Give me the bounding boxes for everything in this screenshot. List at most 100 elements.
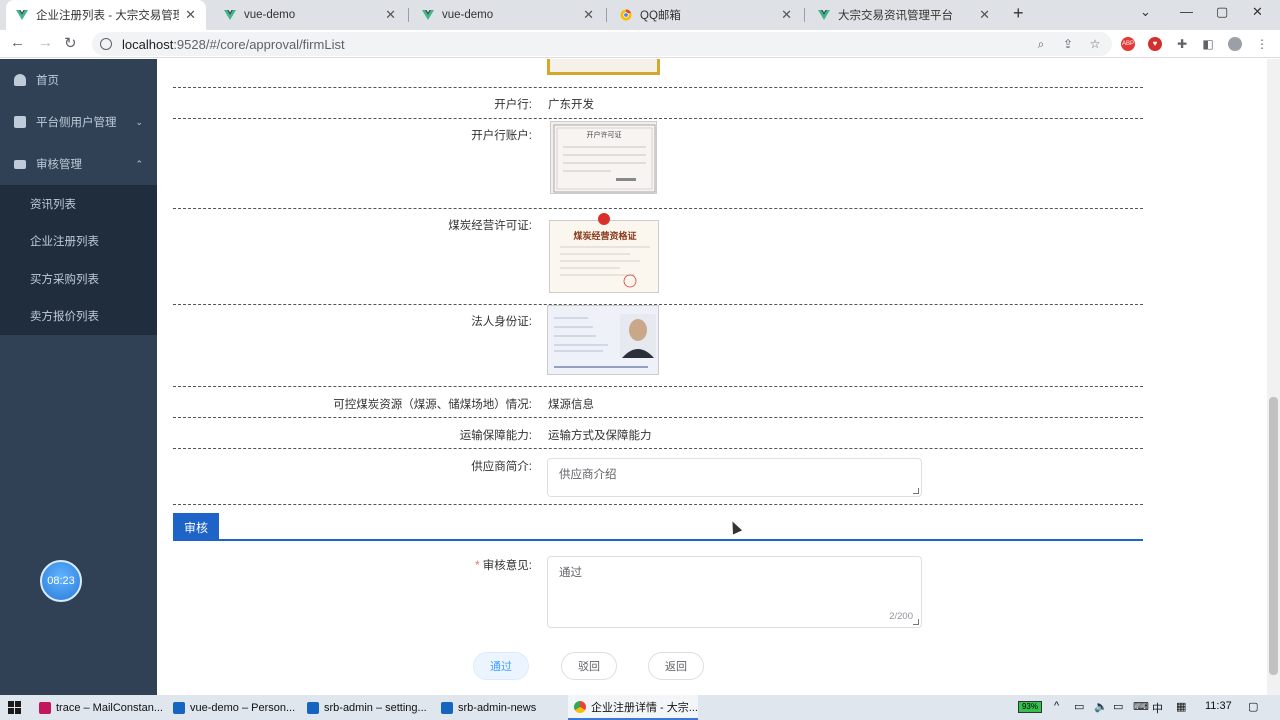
- window-close-button[interactable]: ✕: [1252, 4, 1263, 20]
- close-icon[interactable]: ✕: [385, 7, 396, 23]
- sidebar-item-firm-list[interactable]: 企业注册列表: [0, 222, 157, 259]
- site-info-icon[interactable]: [100, 38, 112, 50]
- close-icon[interactable]: ✕: [781, 7, 792, 23]
- account-license-image[interactable]: 开户许可证: [550, 121, 657, 194]
- maximize-button[interactable]: ▢: [1216, 4, 1228, 20]
- transport-label: 运输保障能力:: [459, 430, 532, 442]
- review-opinion-textarea[interactable]: 通过 2/200: [547, 556, 922, 628]
- browser-tab-active[interactable]: 企业注册列表 - 大宗交易管理平台 ✕: [6, 0, 206, 30]
- certificate-image-cropped[interactable]: [547, 59, 660, 75]
- back-icon[interactable]: ←: [10, 34, 25, 51]
- tab-title: 企业注册列表 - 大宗交易管理平台: [36, 10, 180, 22]
- sidebar-item-label: 平台侧用户管理: [36, 117, 117, 129]
- browser-toolbar: ← → ↻ localhost:9528/#/core/approval/fir…: [0, 30, 1280, 58]
- battery-indicator[interactable]: 93%: [1018, 701, 1042, 713]
- new-tab-button[interactable]: +: [1013, 3, 1024, 24]
- sidebar-item-home[interactable]: 首页: [0, 59, 157, 101]
- reject-button[interactable]: 驳回: [561, 652, 617, 680]
- divider: [173, 448, 1143, 449]
- close-icon[interactable]: ✕: [185, 7, 196, 23]
- browser-tab[interactable]: vue-demo ✕: [412, 0, 604, 30]
- scrollbar-thumb[interactable]: [1269, 397, 1278, 675]
- tab-separator: [606, 8, 607, 22]
- opinion-label-text: 审核意见:: [482, 560, 532, 572]
- close-icon[interactable]: ✕: [583, 7, 594, 23]
- floating-clock[interactable]: 08:23: [40, 560, 82, 602]
- taskbar-app-label: trace – MailConstan...: [56, 701, 163, 714]
- intellij-icon: [39, 701, 51, 714]
- webstorm-icon: [307, 701, 319, 714]
- minimize-button[interactable]: —: [1180, 4, 1193, 19]
- tab-search-icon[interactable]: ⌄: [1140, 4, 1151, 20]
- bookmark-star-icon[interactable]: ☆: [1088, 37, 1102, 51]
- forward-icon[interactable]: →: [38, 34, 53, 51]
- notification-icon[interactable]: ▢: [1248, 700, 1258, 713]
- divider: [173, 118, 1143, 119]
- supplier-label: 供应商简介:: [471, 461, 532, 473]
- adblock-icon[interactable]: ABP: [1121, 37, 1135, 51]
- profile-avatar[interactable]: [1228, 37, 1242, 51]
- sidebar-item-seller-list[interactable]: 卖方报价列表: [0, 297, 157, 334]
- resource-value: 煤源信息: [548, 399, 594, 411]
- network-icon[interactable]: ▭: [1074, 700, 1084, 713]
- tray-expand-icon[interactable]: ^: [1054, 700, 1059, 712]
- vue-icon: [224, 10, 236, 20]
- taskbar-app-trace[interactable]: trace – MailConstan...: [33, 695, 163, 720]
- keyboard-icon[interactable]: ⌨: [1133, 700, 1149, 713]
- resize-handle-icon[interactable]: [913, 619, 919, 625]
- sidebar-item-news-list[interactable]: 资讯列表: [0, 185, 157, 222]
- browser-tab[interactable]: 大宗交易资讯管理平台 ✕: [808, 0, 1000, 30]
- dashboard-icon: [14, 74, 26, 86]
- tab-title: vue-demo: [244, 9, 296, 21]
- vue-icon: [422, 10, 434, 20]
- id-card-image[interactable]: [547, 305, 659, 375]
- clock-time[interactable]: 11:37: [1205, 700, 1232, 712]
- coal-license-image[interactable]: 煤炭经营资格证: [549, 220, 659, 293]
- address-bar[interactable]: localhost:9528/#/core/approval/firmList: [92, 32, 1112, 56]
- vue-icon: [818, 10, 830, 20]
- divider: [173, 87, 1143, 88]
- taskbar-app-srb-admin-news[interactable]: srb-admin-news: [435, 695, 563, 720]
- resource-label: 可控煤炭资源（煤源、储煤场地）情况:: [333, 399, 532, 411]
- taskbar-app-label: srb-admin-news: [458, 701, 537, 714]
- tab-separator: [408, 8, 409, 22]
- back-button[interactable]: 返回: [648, 652, 704, 680]
- webstorm-icon: [173, 701, 185, 714]
- approve-button[interactable]: 通过: [473, 652, 529, 680]
- divider: [173, 208, 1143, 209]
- sidebar-item-buyer-list[interactable]: 买方采购列表: [0, 260, 157, 297]
- taskbar-app-chrome[interactable]: 企业注册详情 - 大宗...: [568, 695, 698, 720]
- browser-tab[interactable]: QQ邮箱 ✕: [610, 0, 802, 30]
- sidebar-item-platform-users[interactable]: 平台侧用户管理 ⌄: [0, 101, 157, 143]
- sidebar-item-review[interactable]: 审核管理 ⌃: [0, 143, 157, 185]
- ime-indicator[interactable]: 中: [1152, 700, 1163, 716]
- input-mode-icon[interactable]: ▦: [1176, 700, 1186, 713]
- taskbar-app-srb-admin-settings[interactable]: srb-admin – setting...: [301, 695, 429, 720]
- share-icon[interactable]: ⇪: [1061, 37, 1075, 51]
- page-scrollbar[interactable]: [1267, 59, 1280, 695]
- id-card-graphic: [548, 306, 658, 374]
- menu-kebab-icon[interactable]: ⋮: [1255, 37, 1269, 51]
- license-label: 煤炭经营许可证:: [448, 220, 532, 232]
- browser-tab[interactable]: vue-demo ✕: [214, 0, 406, 30]
- resize-handle-icon[interactable]: [913, 488, 919, 494]
- transport-value: 运输方式及保障能力: [548, 430, 652, 442]
- puzzle-extensions-icon[interactable]: ✚: [1175, 37, 1189, 51]
- supplier-intro-textarea[interactable]: 供应商介绍: [547, 458, 922, 497]
- volume-icon[interactable]: 🔈: [1094, 700, 1108, 713]
- zoom-icon[interactable]: ⌕: [1034, 37, 1048, 51]
- review-submenu: 资讯列表 企业注册列表 买方采购列表 卖方报价列表: [0, 185, 157, 335]
- chevron-up-icon: ⌃: [135, 158, 143, 169]
- windows-start-icon[interactable]: [8, 701, 21, 714]
- taskbar-app-vue-demo[interactable]: vue-demo – Person...: [167, 695, 295, 720]
- extension-icon[interactable]: ♥: [1148, 37, 1162, 51]
- id-label: 法人身份证:: [471, 316, 532, 328]
- sidebar-item-label: 审核管理: [36, 159, 82, 171]
- account-license-graphic: 开户许可证: [553, 124, 656, 193]
- taskbar-app-label: srb-admin – setting...: [324, 701, 427, 714]
- side-panel-icon[interactable]: ◧: [1201, 37, 1215, 51]
- close-icon[interactable]: ✕: [979, 7, 990, 23]
- display-icon[interactable]: ▭: [1113, 700, 1123, 713]
- reload-icon[interactable]: ↻: [64, 34, 77, 52]
- emblem-seal-icon: [598, 213, 610, 225]
